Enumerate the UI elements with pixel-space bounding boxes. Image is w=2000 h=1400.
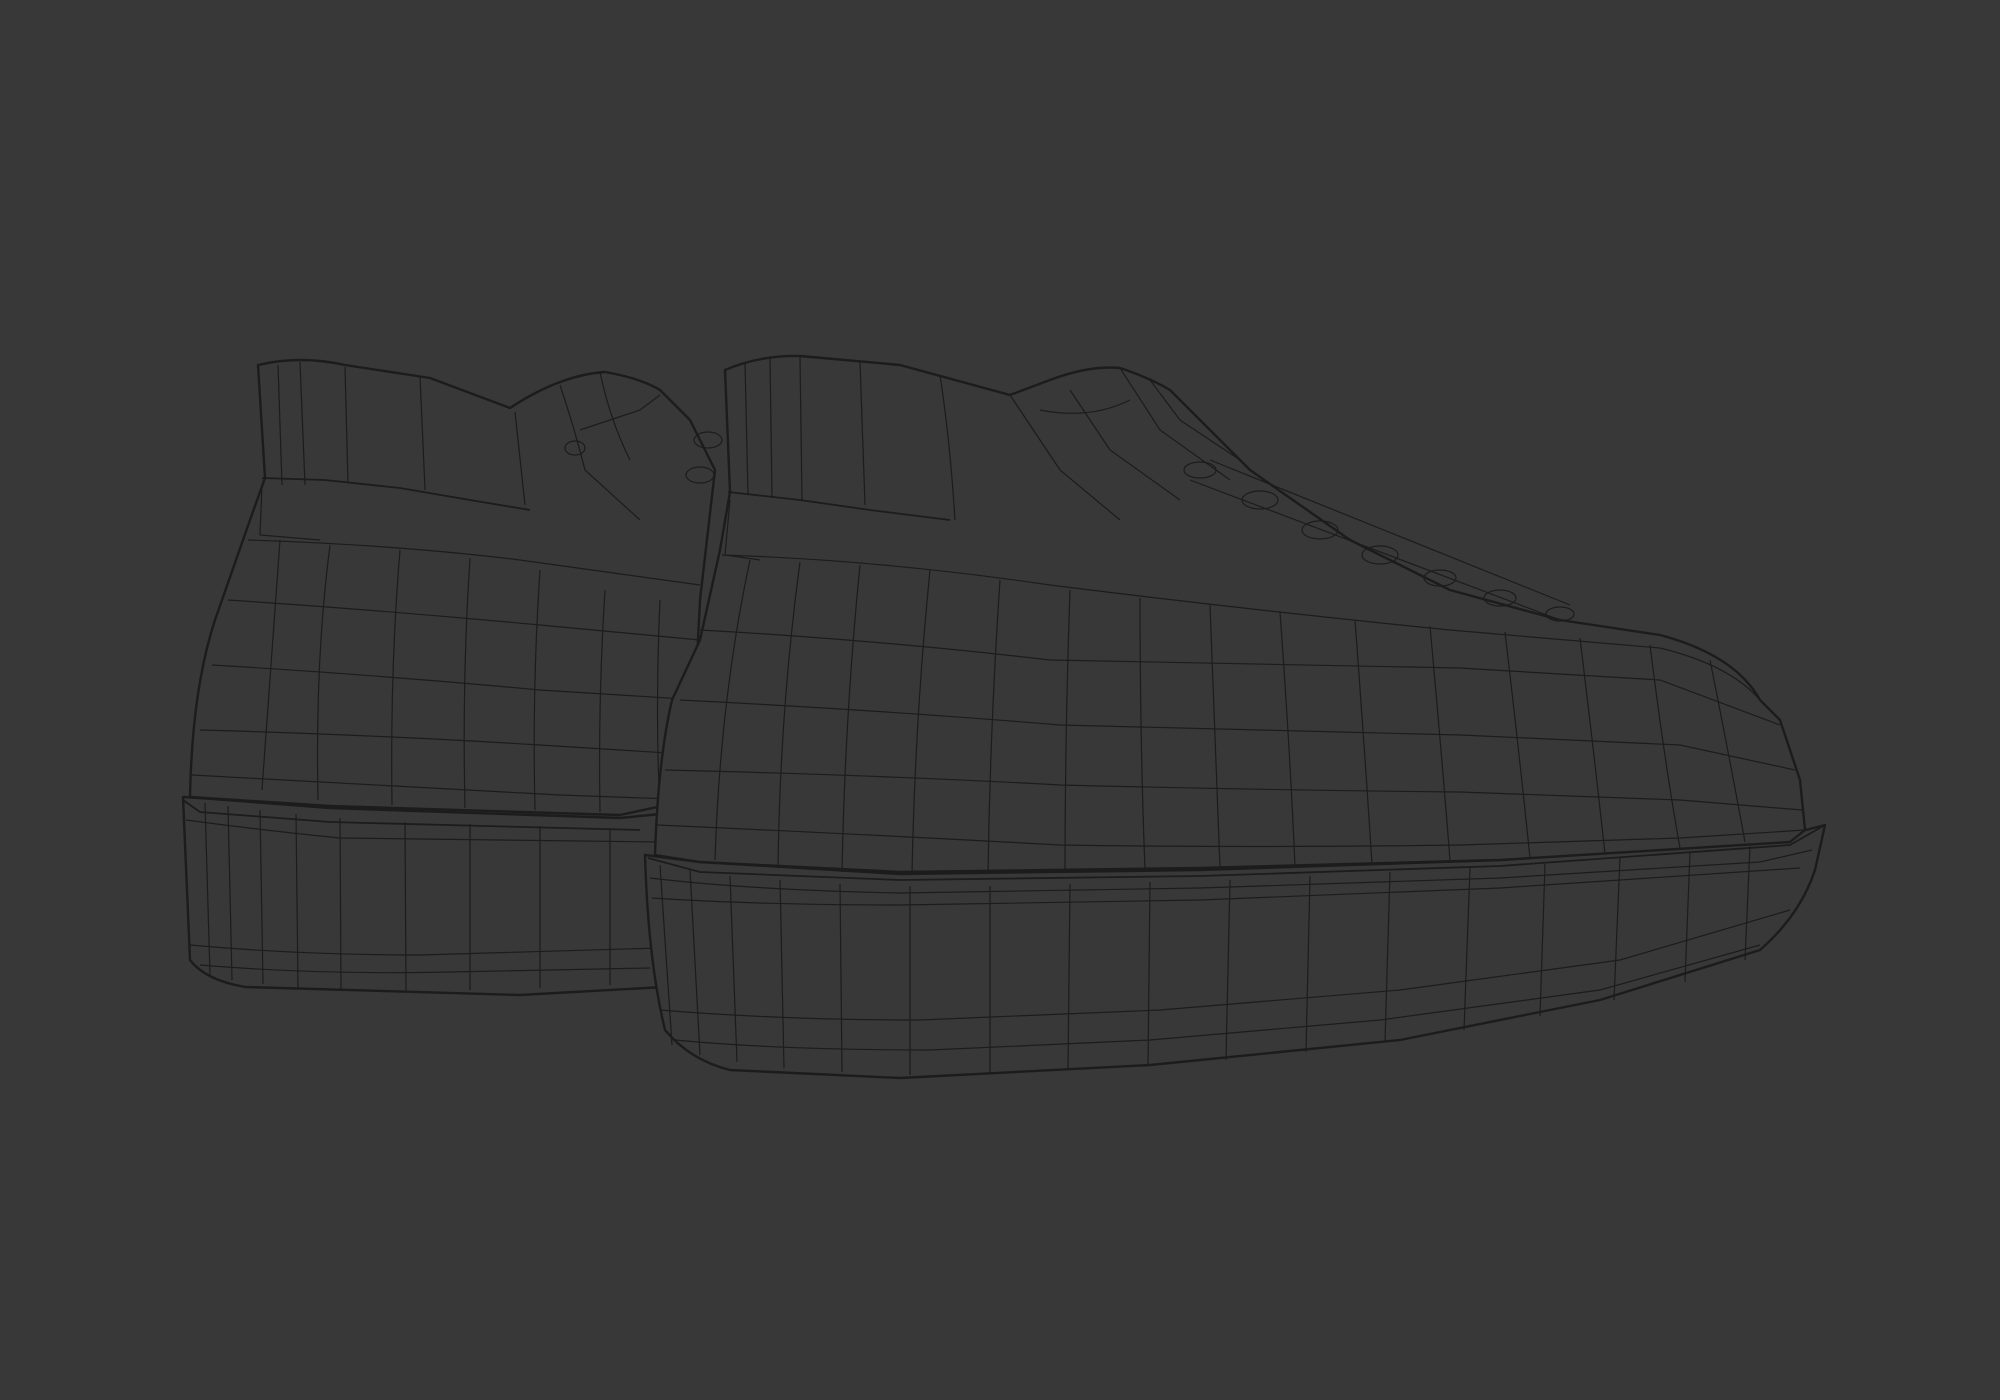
right-shoe-upper xyxy=(653,354,1807,875)
right-upper-outline xyxy=(653,354,1807,874)
left-shoe[interactable] xyxy=(181,358,723,997)
right-shoe[interactable] xyxy=(643,354,1827,1080)
left-shoe-upper xyxy=(188,358,723,817)
wireframe-mesh-view xyxy=(181,354,1827,1080)
left-upper-outline xyxy=(188,358,717,817)
3d-viewport[interactable] xyxy=(0,0,2000,1400)
left-shoe-sole xyxy=(181,795,702,997)
right-lace-loop xyxy=(1423,569,1457,587)
